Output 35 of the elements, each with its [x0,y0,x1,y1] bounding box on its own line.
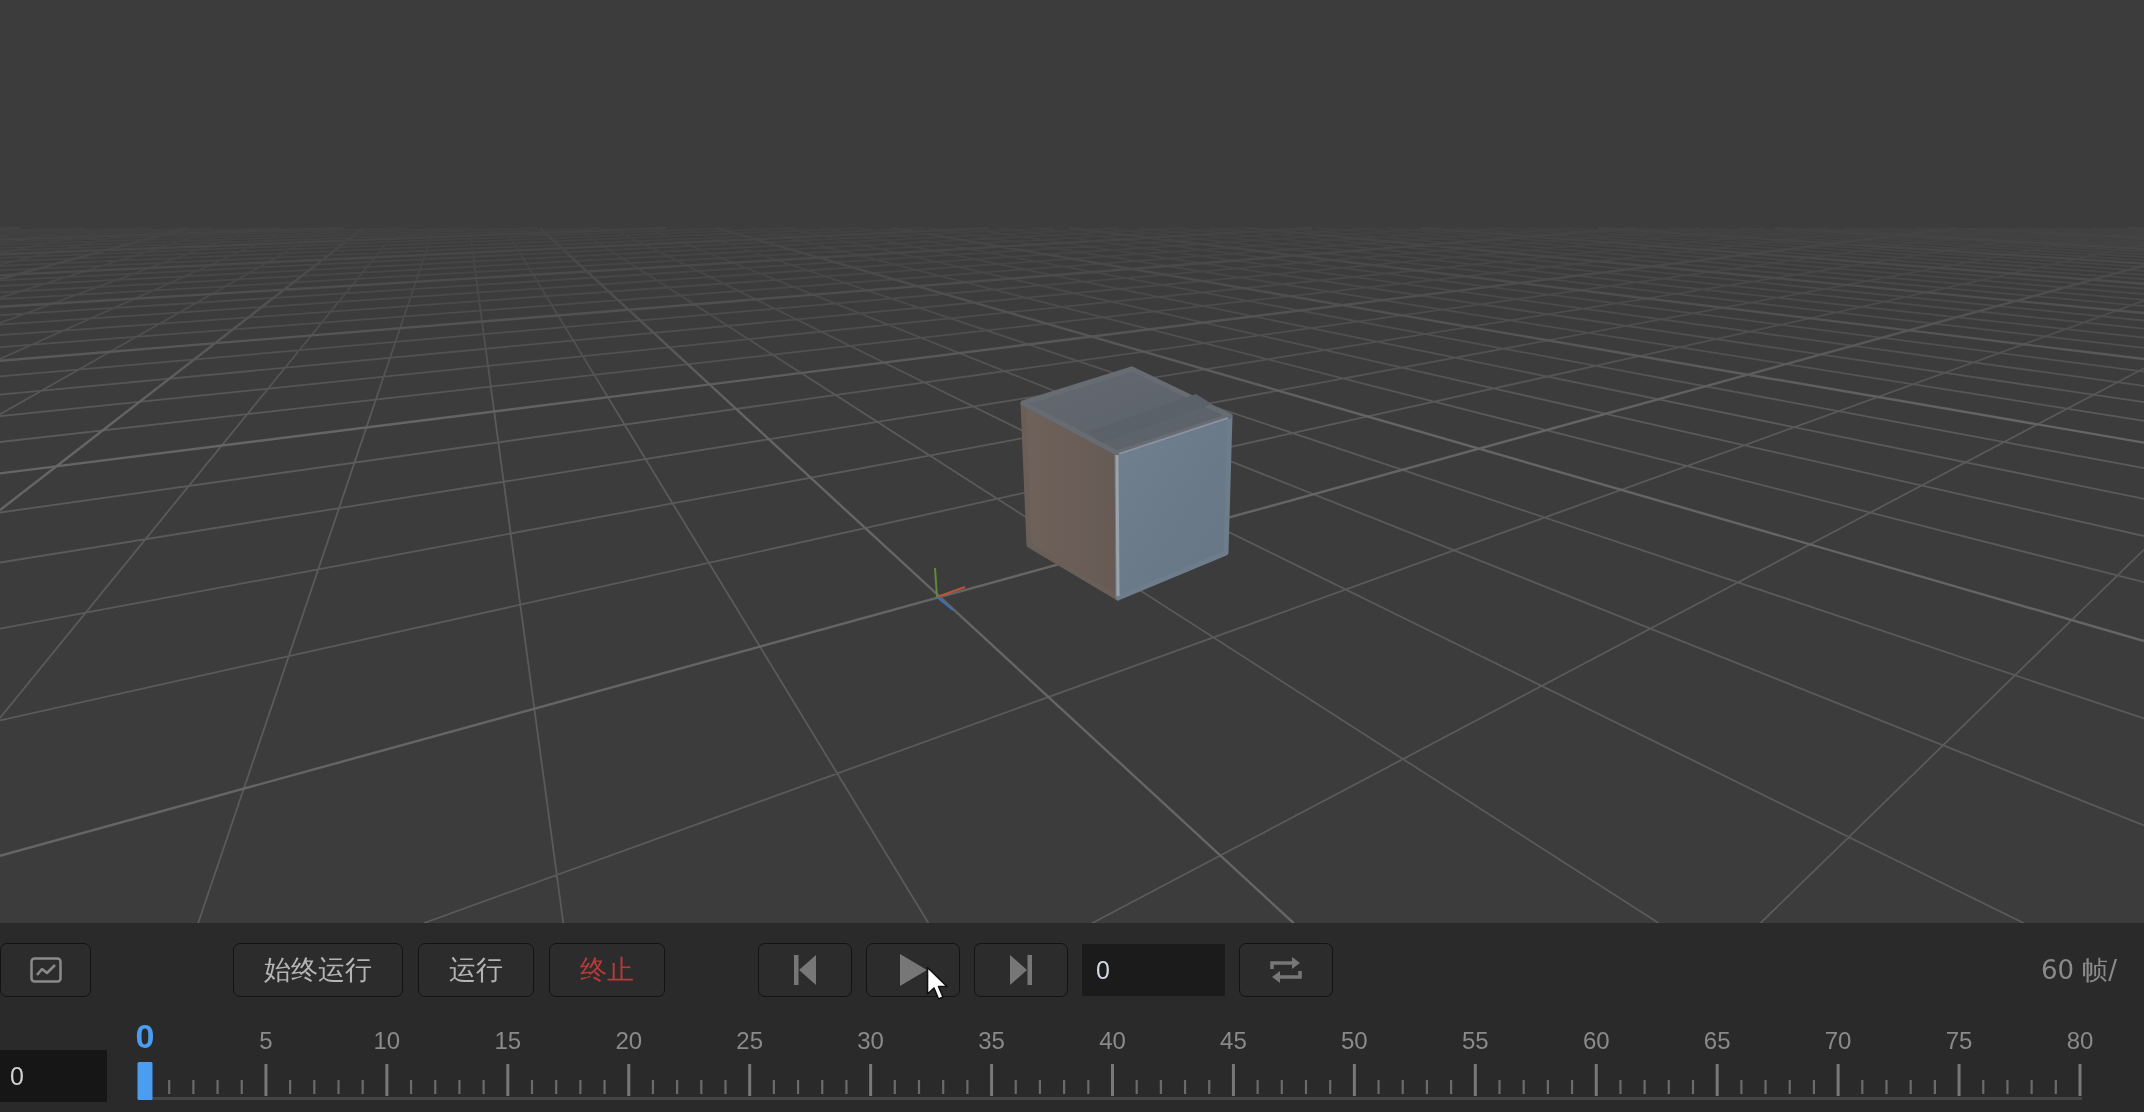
frame-number-label: 10 [373,1027,401,1054]
skip-to-start-icon [794,955,816,985]
frame-input[interactable]: 0 [1082,944,1225,996]
frame-number-label: 75 [1945,1027,1973,1054]
frame-number-label: 65 [1703,1027,1731,1054]
axis-gizmo-icon [934,567,966,611]
play-button[interactable] [866,943,960,997]
frame-number-label: 0 [135,1017,155,1055]
run-button[interactable]: 运行 [418,943,534,997]
frame-number-label: 20 [615,1027,643,1054]
run-always-button[interactable]: 始终运行 [233,943,403,997]
frame-number-label: 45 [1220,1027,1247,1054]
mouse-cursor-icon [926,966,950,1002]
playhead-handle[interactable] [137,1062,153,1100]
frame-number-label: 70 [1824,1027,1852,1054]
loop-button[interactable] [1239,943,1333,997]
frame-number-label: 5 [259,1027,273,1054]
frame-number-label: 30 [857,1027,884,1054]
frame-number-label: 80 [2066,1027,2094,1054]
skip-to-end-button[interactable] [974,943,1068,997]
frame-number-label: 50 [1341,1027,1368,1054]
frame-number-field[interactable]: 0 [0,1050,107,1102]
frame-number-label: 60 [1582,1027,1610,1054]
play-icon [899,954,927,986]
view-button[interactable] [0,943,91,997]
skip-to-end-icon [1010,955,1032,985]
frame-number-label: 15 [494,1027,522,1054]
frame-number-label: 35 [978,1027,1005,1054]
image-icon [29,957,62,983]
skip-to-start-button[interactable] [758,943,852,997]
frame-number-label: 40 [1099,1027,1126,1054]
frame-number-label: 25 [736,1027,764,1054]
repeat-icon [1269,956,1303,984]
fps-label: 60 帧/ [2041,953,2119,987]
frame-number-label: 55 [1461,1027,1489,1054]
